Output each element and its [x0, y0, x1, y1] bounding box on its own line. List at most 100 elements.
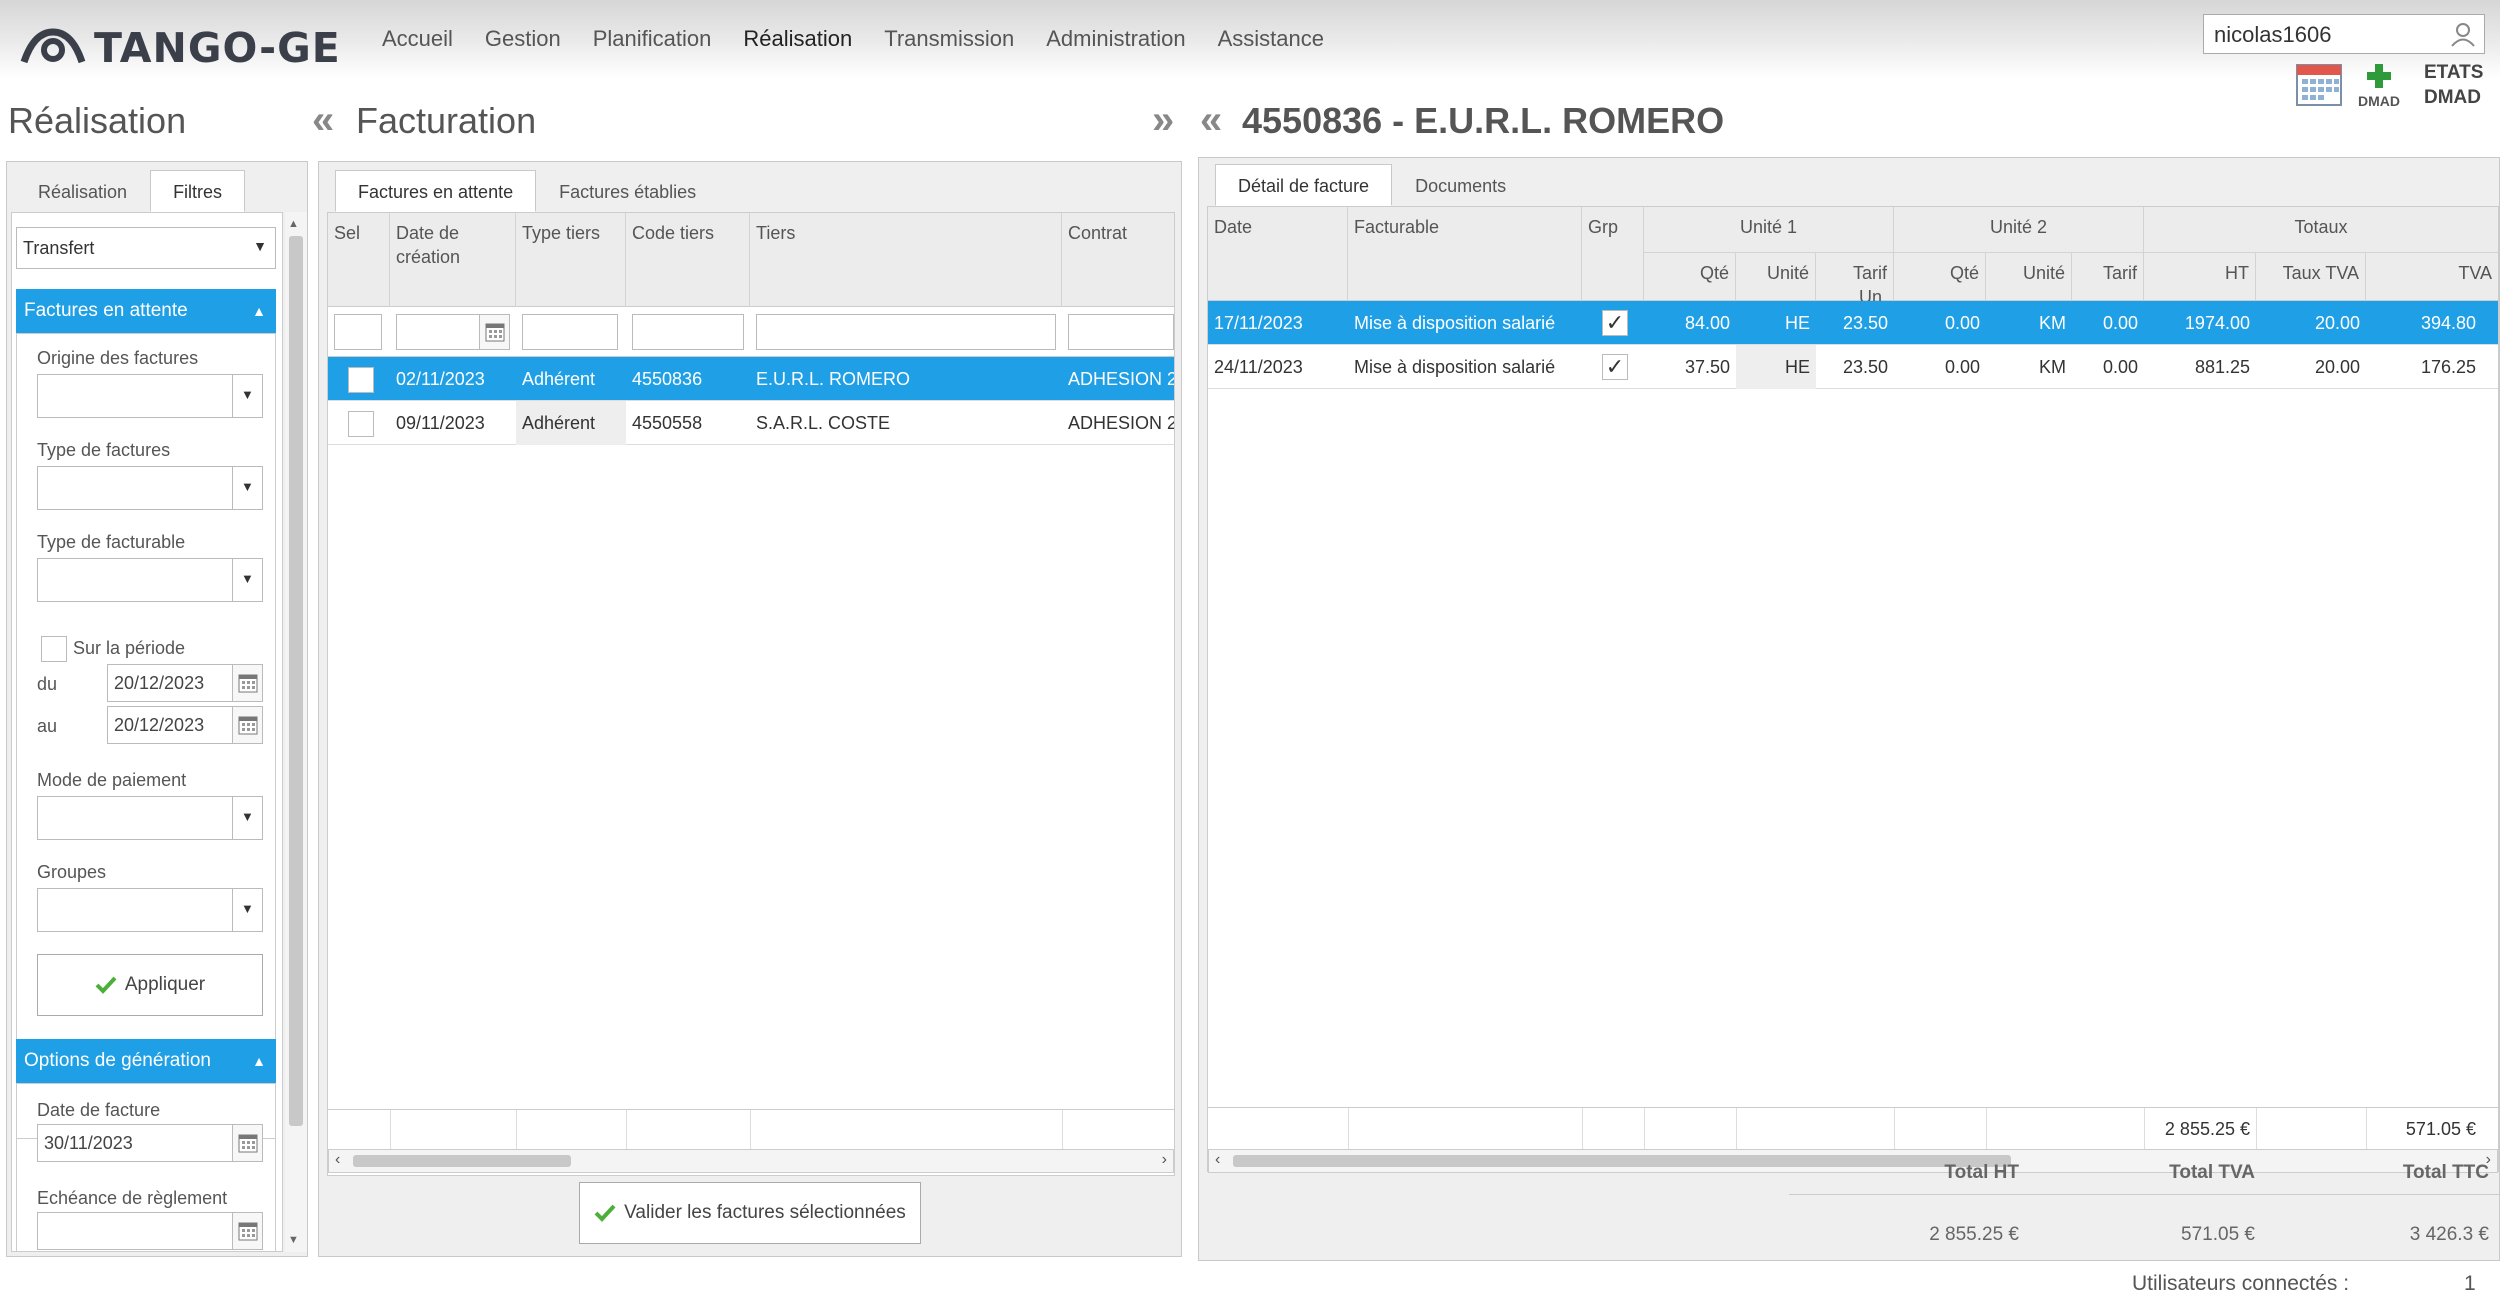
cell-date: 09/11/2023: [396, 413, 485, 433]
periode-checkbox[interactable]: [41, 636, 67, 662]
col-qte2[interactable]: Qté: [1894, 253, 1986, 301]
cell-code-tiers: 4550836: [632, 369, 703, 389]
filter-sel[interactable]: [334, 314, 382, 350]
filters-scrollbar[interactable]: ▲ ▼: [285, 212, 307, 1252]
transfer-select[interactable]: Transfert ▼: [16, 227, 276, 269]
tab-filtres[interactable]: Filtres: [150, 170, 246, 212]
col-tarif[interactable]: Tarif: [2072, 253, 2144, 301]
col-tiers[interactable]: Tiers: [750, 213, 1062, 307]
total-ttc-label: Total TTC: [2402, 1162, 2489, 1183]
validate-invoices-button[interactable]: Valider les factures sélectionnées: [579, 1182, 921, 1244]
cell-tarif: 0.00: [2102, 313, 2138, 333]
calendar-icon[interactable]: [232, 1213, 262, 1249]
col-code-tiers[interactable]: Code tiers: [626, 213, 750, 307]
grp-checkbox-checked[interactable]: ✓: [1602, 354, 1628, 380]
echeance-input[interactable]: [37, 1212, 263, 1250]
col-date-creation[interactable]: Date de création: [390, 213, 516, 307]
logo-icon: [20, 28, 86, 64]
scroll-down-icon[interactable]: ▼: [288, 1234, 299, 1246]
add-dmad-button[interactable]: DMAD: [2358, 62, 2400, 109]
apply-button[interactable]: Appliquer: [37, 954, 263, 1016]
table-row[interactable]: 17/11/2023 Mise à disposition salarié ✓ …: [1208, 301, 2498, 345]
du-date-value: 20/12/2023: [114, 673, 205, 693]
calendar-icon[interactable]: [232, 707, 262, 743]
nav-planification[interactable]: Planification: [593, 26, 712, 52]
mode-paiement-select[interactable]: ▼: [37, 796, 263, 840]
date-facture-input[interactable]: 30/11/2023: [37, 1124, 263, 1162]
col-tva[interactable]: TVA: [2366, 253, 2498, 301]
chevron-down-icon: ▼: [253, 238, 267, 254]
chevron-left-icon[interactable]: ‹: [335, 1151, 340, 1169]
cell-taux-tva: 20.00: [2314, 313, 2360, 333]
user-menu[interactable]: nicolas1606: [2203, 14, 2485, 54]
scroll-up-icon[interactable]: ▲: [288, 218, 299, 230]
cell-unite1: HE: [1784, 313, 1810, 333]
col-ht[interactable]: HT: [2144, 253, 2256, 301]
chevron-left-icon[interactable]: ‹: [1215, 1151, 1220, 1169]
cell-qte1: 84.00: [1684, 313, 1730, 333]
cell-tva: 394.80: [2420, 313, 2476, 333]
au-label: au: [37, 716, 58, 736]
type-factures-select[interactable]: ▼: [37, 466, 263, 510]
row-select-checkbox[interactable]: [348, 367, 374, 393]
grp-checkbox-checked[interactable]: ✓: [1602, 310, 1628, 336]
col-date[interactable]: Date: [1208, 207, 1348, 301]
col-type-tiers[interactable]: Type tiers: [516, 213, 626, 307]
au-date-input[interactable]: 20/12/2023: [107, 706, 263, 744]
tab-pending-invoices[interactable]: Factures en attente: [335, 170, 537, 212]
calendar-icon[interactable]: [232, 1125, 262, 1161]
nav-gestion[interactable]: Gestion: [485, 26, 561, 52]
col-tarif-un[interactable]: Tarif Un.: [1816, 253, 1894, 307]
groupes-select[interactable]: ▼: [37, 888, 263, 932]
col-unite1[interactable]: Unité: [1736, 253, 1816, 301]
scrollbar-thumb[interactable]: [353, 1155, 571, 1167]
nav-accueil[interactable]: Accueil: [382, 26, 453, 52]
nav-administration[interactable]: Administration: [1046, 26, 1185, 52]
collapse-left-icon[interactable]: «: [312, 98, 334, 143]
calendar-icon[interactable]: [232, 665, 262, 701]
type-facturable-select[interactable]: ▼: [37, 558, 263, 602]
filter-tiers[interactable]: [756, 314, 1056, 350]
calendar-button[interactable]: [2296, 62, 2342, 109]
chevron-up-icon: ▲: [252, 1053, 266, 1069]
middle-tabs: Factures en attente Factures établies: [335, 170, 719, 212]
chevron-down-icon: ▼: [232, 375, 262, 417]
filter-type-tiers[interactable]: [522, 314, 618, 350]
tab-issued-invoices[interactable]: Factures établies: [536, 170, 719, 212]
col-sel[interactable]: Sel: [328, 213, 390, 307]
origine-select[interactable]: ▼: [37, 374, 263, 418]
table-row[interactable]: 02/11/2023 Adhérent 4550836 E.U.R.L. ROM…: [328, 357, 1174, 401]
nav-realisation[interactable]: Réalisation: [743, 26, 852, 52]
col-unite2[interactable]: Unité: [1986, 253, 2072, 301]
nav-assistance[interactable]: Assistance: [1218, 26, 1324, 52]
col-facturable[interactable]: Facturable: [1348, 207, 1582, 301]
section-pending-invoices[interactable]: Factures en attente ▲: [16, 289, 276, 333]
table-row[interactable]: 09/11/2023 Adhérent 4550558 S.A.R.L. COS…: [328, 401, 1174, 445]
scrollbar-thumb[interactable]: [289, 236, 303, 1126]
col-grp[interactable]: Grp: [1582, 207, 1644, 301]
col-contrat[interactable]: Contrat: [1062, 213, 1174, 307]
tab-invoice-detail[interactable]: Détail de facture: [1215, 164, 1393, 206]
row-select-checkbox[interactable]: [348, 411, 374, 437]
expand-right-icon[interactable]: »: [1152, 98, 1174, 143]
chevron-right-icon[interactable]: ›: [1162, 1151, 1167, 1169]
etats-dmad-button[interactable]: ETATS DMAD: [2424, 60, 2483, 110]
app-logo[interactable]: TANGO-GE: [20, 22, 341, 74]
section-generation-options[interactable]: Options de génération ▲: [16, 1039, 276, 1083]
collapse-middle-icon[interactable]: «: [1200, 98, 1222, 143]
invoices-filter-row: [328, 307, 1174, 357]
filter-date[interactable]: [396, 314, 510, 350]
calendar-icon[interactable]: [479, 315, 509, 349]
filter-contrat[interactable]: [1068, 314, 1174, 350]
col-taux-tva[interactable]: Taux TVA: [2256, 253, 2366, 301]
col-qte1[interactable]: Qté: [1644, 253, 1736, 301]
top-header: TANGO-GE Accueil Gestion Planification R…: [0, 0, 2500, 78]
du-date-input[interactable]: 20/12/2023: [107, 664, 263, 702]
tab-documents[interactable]: Documents: [1392, 164, 1529, 206]
nav-transmission[interactable]: Transmission: [884, 26, 1014, 52]
table-row[interactable]: 24/11/2023 Mise à disposition salarié ✓ …: [1208, 345, 2498, 389]
filter-code-tiers[interactable]: [632, 314, 744, 350]
tab-realisation[interactable]: Réalisation: [15, 170, 150, 212]
invoice-detail-panel: Détail de facture Documents Date Factura…: [1198, 157, 2500, 1261]
invoices-h-scrollbar[interactable]: ‹ ›: [328, 1149, 1174, 1173]
